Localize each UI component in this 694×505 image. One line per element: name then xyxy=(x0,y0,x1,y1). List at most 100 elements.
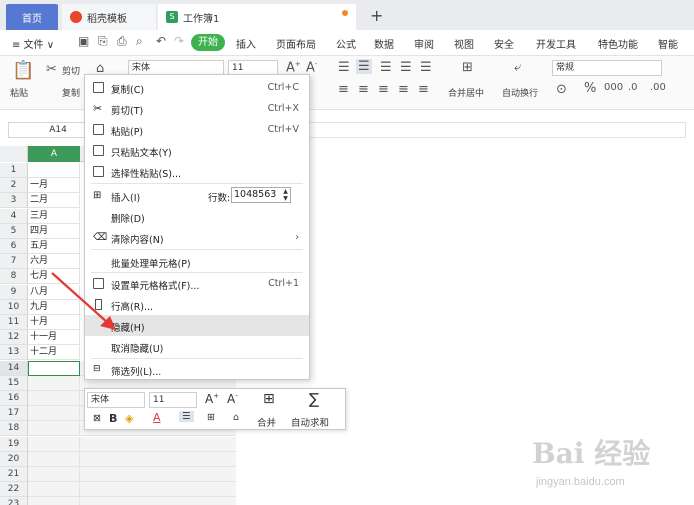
mini-merge-button[interactable]: 合并 xyxy=(257,415,276,429)
tab-start[interactable]: 开始 xyxy=(191,34,225,51)
cell-a[interactable]: 八月 xyxy=(28,284,80,300)
tab-data[interactable]: 数据 xyxy=(374,36,394,51)
row-header[interactable]: 22 xyxy=(0,482,28,498)
cell-a[interactable]: 七月 xyxy=(28,269,80,285)
percent-icon[interactable]: % xyxy=(584,81,596,96)
menu-item-row-height[interactable]: 行高(R)... xyxy=(85,294,309,315)
cell-a[interactable]: 十一月 xyxy=(28,330,80,346)
row-header[interactable]: 13 xyxy=(0,345,28,361)
mini-font-color-button[interactable]: A xyxy=(153,411,161,424)
row-header[interactable]: 11 xyxy=(0,315,28,330)
menu-item-format-cells[interactable]: 设置单元格格式(F)... Ctrl+1 xyxy=(85,273,309,294)
menu-item-insert[interactable]: ⊞ 插入(I) 行数: 1048563 ▲ ▼ xyxy=(85,185,309,206)
mini-fill-color-icon[interactable]: ◈ xyxy=(125,412,133,425)
selected-cell[interactable] xyxy=(80,482,236,498)
distributed-icon[interactable]: ≡ xyxy=(418,82,429,97)
mini-align-icon[interactable]: ☰ xyxy=(179,411,194,422)
row-header[interactable]: 19 xyxy=(0,436,28,452)
row-header[interactable]: 10 xyxy=(0,299,28,315)
cell-a[interactable] xyxy=(28,482,80,498)
tab-page-layout[interactable]: 页面布局 xyxy=(276,36,316,51)
align-bottom-icon[interactable]: ☰ xyxy=(380,60,392,75)
file-menu[interactable]: ≡ 文件 ∨ xyxy=(12,36,54,51)
mini-merge-icon[interactable]: ⊞ xyxy=(263,391,275,407)
row-header[interactable]: 4 xyxy=(0,208,28,224)
row-header[interactable]: 7 xyxy=(0,254,28,270)
new-tab-button[interactable]: + xyxy=(370,6,383,25)
align-right-icon[interactable]: ≡ xyxy=(378,82,389,97)
increase-decimal-icon[interactable]: .0 xyxy=(628,82,638,93)
cell-a[interactable]: 四月 xyxy=(28,223,80,239)
decrease-decimal-icon[interactable]: .00 xyxy=(650,82,666,93)
cell-a[interactable]: 十二月 xyxy=(28,345,80,361)
tab-smart[interactable]: 智能 xyxy=(658,36,678,51)
paste-icon[interactable]: 📋 xyxy=(12,60,34,81)
outdent-icon[interactable]: ☰ xyxy=(420,60,432,75)
menu-item-unhide[interactable]: 取消隐藏(U) xyxy=(85,336,309,357)
menu-item-paste[interactable]: 粘贴(P) Ctrl+V xyxy=(85,119,309,140)
paste-button[interactable]: 粘贴 xyxy=(10,86,28,99)
mini-font-name-select[interactable]: 宋体 xyxy=(87,392,145,408)
currency-icon[interactable]: ⊙ xyxy=(556,82,567,97)
scissors-icon[interactable]: ✂ xyxy=(46,62,57,77)
row-header[interactable]: 1 xyxy=(0,163,28,178)
cell-a[interactable] xyxy=(28,467,80,482)
row-header[interactable]: 21 xyxy=(0,467,28,482)
number-format-select[interactable]: 常规 xyxy=(552,60,662,76)
mini-autosum-button[interactable]: 自动求和 xyxy=(291,415,329,429)
cell-a[interactable] xyxy=(28,436,80,452)
justify-icon[interactable]: ≡ xyxy=(398,82,409,97)
align-middle-icon[interactable]: ☰ xyxy=(356,59,372,74)
row-header[interactable]: 9 xyxy=(0,284,28,300)
print-icon[interactable]: ⎙ xyxy=(117,34,127,49)
mini-decrease-font-icon[interactable]: A- xyxy=(227,392,238,406)
tab-home[interactable]: 首页 xyxy=(6,4,58,30)
cell-a[interactable] xyxy=(28,375,80,391)
cell-a[interactable]: 一月 xyxy=(28,178,80,194)
mini-sum-icon[interactable]: ∑ xyxy=(309,390,319,408)
tab-special[interactable]: 特色功能 xyxy=(598,36,638,51)
tab-formulas[interactable]: 公式 xyxy=(336,36,356,51)
cell-a[interactable]: 五月 xyxy=(28,239,80,254)
row-header[interactable]: 18 xyxy=(0,421,28,437)
row-header[interactable]: 5 xyxy=(0,223,28,239)
thousands-icon[interactable]: 000 xyxy=(604,82,623,93)
row-header[interactable]: 23 xyxy=(0,497,28,505)
tab-workbook[interactable]: S 工作簿1 xyxy=(158,4,356,30)
merge-center-button[interactable]: 合并居中 xyxy=(448,86,484,99)
cell-a[interactable] xyxy=(28,391,80,406)
cell-a[interactable] xyxy=(28,497,80,505)
row-header[interactable]: 20 xyxy=(0,451,28,467)
export-icon[interactable]: ⎘ xyxy=(98,34,108,49)
tab-review[interactable]: 审阅 xyxy=(414,36,434,51)
indent-icon[interactable]: ☰ xyxy=(400,60,412,75)
menu-item-paste-text[interactable]: 只粘贴文本(Y) xyxy=(85,140,309,161)
menu-item-delete[interactable]: 删除(D) xyxy=(85,206,309,227)
redo-icon[interactable]: ↷ xyxy=(174,34,184,48)
align-top-icon[interactable]: ☰ xyxy=(338,60,350,75)
cell-a[interactable]: 九月 xyxy=(28,299,80,315)
selected-cell[interactable] xyxy=(80,497,236,505)
cut-button[interactable]: 剪切 xyxy=(62,64,80,77)
tab-templates[interactable]: 稻壳模板 xyxy=(62,4,156,30)
preview-icon[interactable]: ⌕ xyxy=(136,34,143,49)
mini-clear-icon[interactable]: ⌂ xyxy=(233,412,239,423)
selected-cell[interactable] xyxy=(80,467,236,482)
mini-border-style-icon[interactable]: ⊠ xyxy=(93,413,101,424)
menu-item-copy[interactable]: 复制(C) Ctrl+C xyxy=(85,77,309,98)
cell-a[interactable]: 六月 xyxy=(28,254,80,270)
cell-a[interactable] xyxy=(28,406,80,422)
cell-a[interactable] xyxy=(28,451,80,467)
mini-bold-button[interactable]: B xyxy=(109,412,117,425)
menu-item-paste-special[interactable]: 选择性粘贴(S)... xyxy=(85,161,309,182)
selected-cell[interactable] xyxy=(80,451,236,467)
cell-a[interactable]: 三月 xyxy=(28,208,80,224)
copy-button[interactable]: 复制 xyxy=(62,86,80,99)
cell-a[interactable] xyxy=(28,421,80,437)
row-header[interactable]: 2 xyxy=(0,178,28,194)
row-header[interactable]: 8 xyxy=(0,269,28,285)
cell-a[interactable] xyxy=(28,163,80,178)
row-header[interactable]: 3 xyxy=(0,193,28,209)
mini-borders-icon[interactable]: ⊞ xyxy=(207,412,215,423)
select-all-corner[interactable] xyxy=(0,146,28,162)
